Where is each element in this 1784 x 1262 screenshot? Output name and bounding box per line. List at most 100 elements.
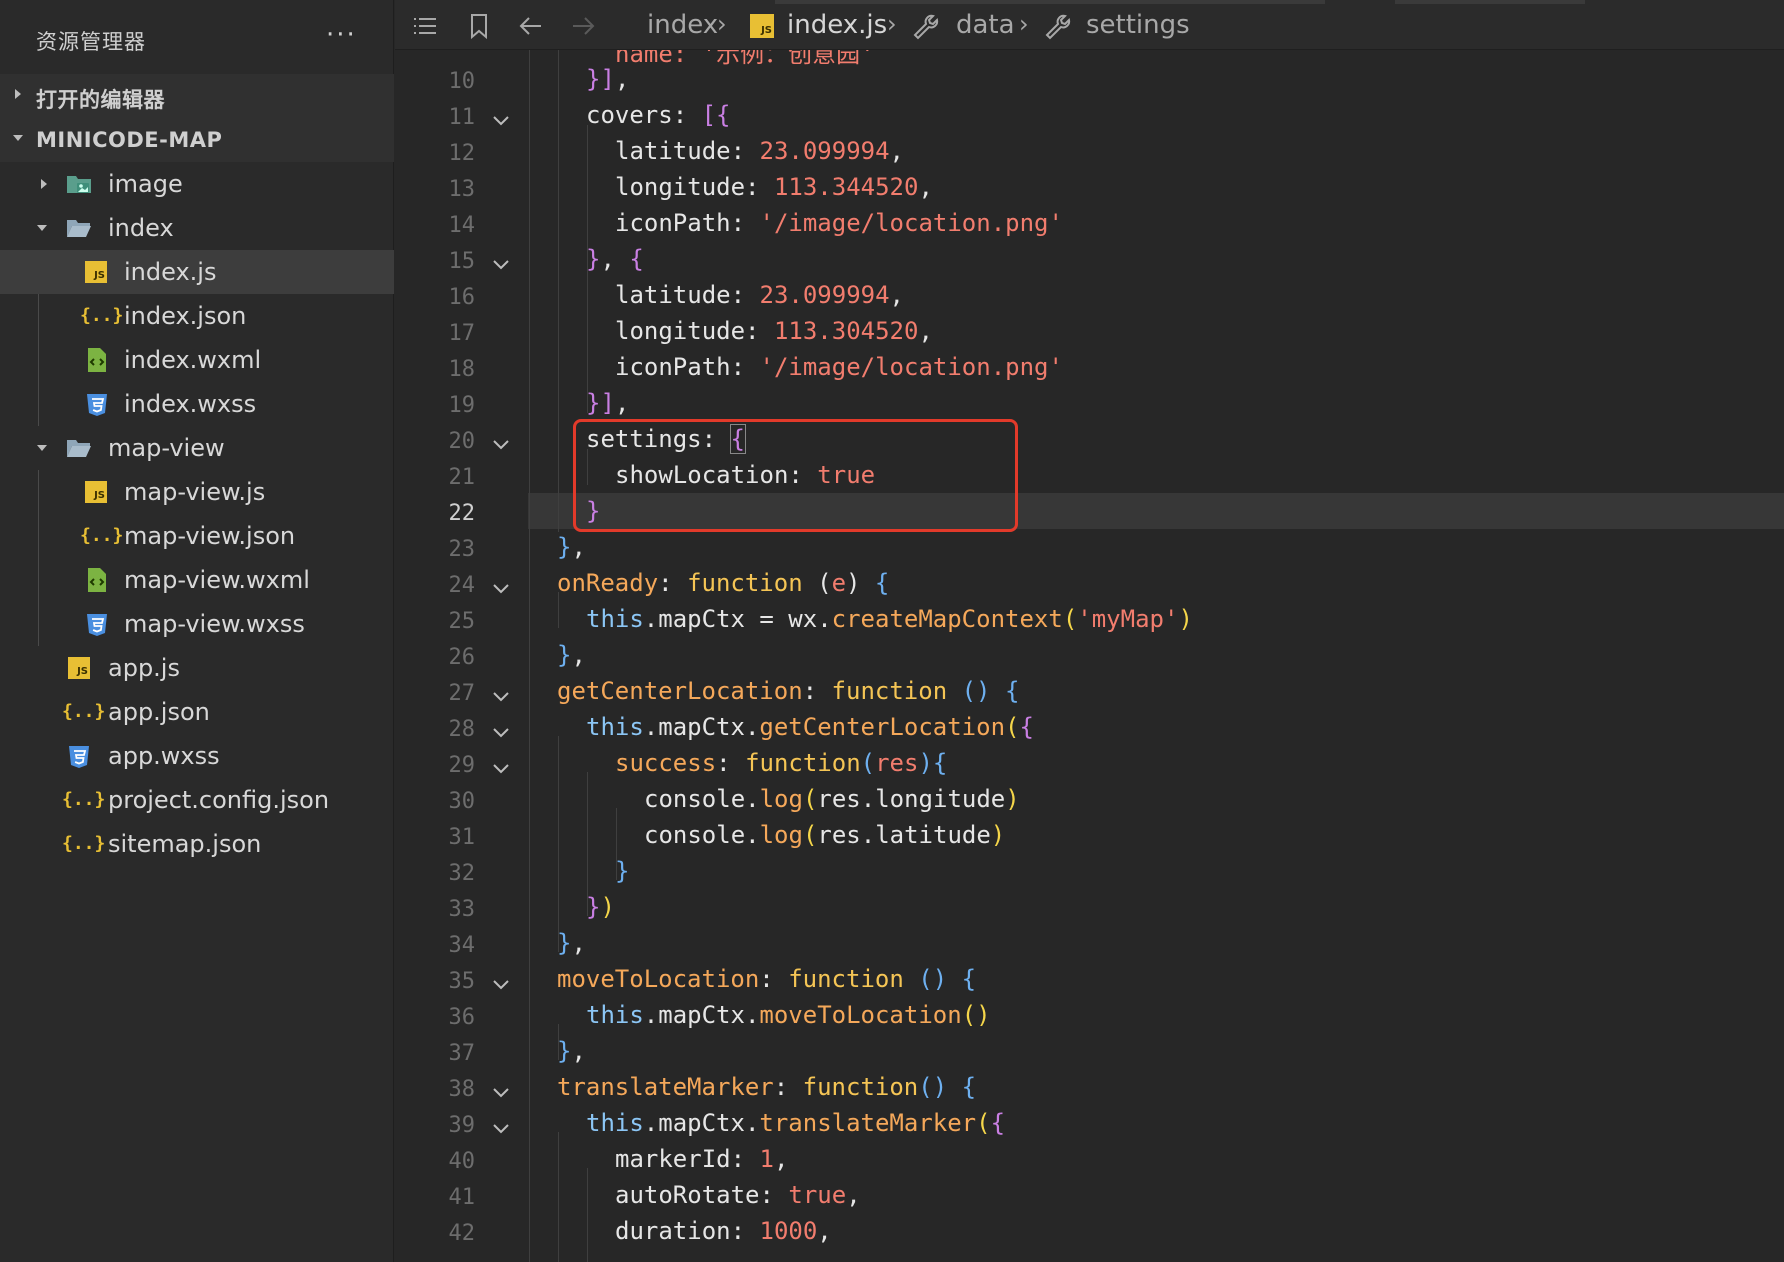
code-token: longitude — [615, 317, 746, 345]
code-line-35: moveToLocation: function () { — [557, 965, 976, 993]
json-file-icon: {..} — [62, 833, 106, 854]
line-number: 20 — [448, 429, 476, 454]
fold-chevron-icon[interactable] — [491, 690, 511, 704]
code-token: { — [629, 245, 644, 273]
tree-item-map-view-wxml[interactable]: map-view.wxml — [0, 558, 394, 602]
breadcrumb-folder[interactable]: index — [647, 10, 718, 40]
code-line-32: } — [557, 857, 629, 885]
editor-toolbar: index › JS index.js › data › settings — [395, 0, 1784, 50]
code-token: ( — [860, 749, 876, 777]
explorer-header: 资源管理器 ··· — [0, 0, 394, 74]
code-token: .mapCtx. — [643, 713, 760, 741]
code-token: .mapCtx. — [643, 1001, 760, 1029]
line-number: 10 — [448, 69, 476, 94]
code-line-28: this.mapCtx.getCenterLocation({ — [557, 713, 1034, 741]
code-line-12: latitude: 23.099994, — [557, 137, 904, 165]
tree-item-map-view-folder[interactable]: map-view — [0, 426, 394, 470]
line-number: 28 — [448, 717, 476, 742]
tree-item-app-json[interactable]: {..} app.json — [0, 690, 394, 734]
breadcrumb-symbol-settings[interactable]: settings — [1086, 10, 1190, 40]
code-token: }] — [586, 65, 615, 93]
folder-open-icon — [67, 440, 91, 457]
code-token: getCenterLocation — [557, 677, 803, 705]
open-editors-section[interactable]: 打开的编辑器 — [0, 74, 394, 118]
fold-chevron-icon[interactable] — [491, 258, 511, 272]
line-number: 23 — [448, 537, 476, 562]
annotation-highlight-box — [573, 419, 1018, 532]
breadcrumb-symbol-data[interactable]: data — [956, 10, 1015, 40]
code-token: res.longitude — [817, 785, 1006, 813]
code-token: 'myMap' — [1077, 605, 1179, 633]
arrow-right-icon[interactable] — [569, 12, 597, 40]
tree-item-label: app.json — [108, 698, 210, 726]
line-number: 35 — [448, 969, 476, 994]
list-icon[interactable] — [411, 12, 439, 40]
json-file-icon: {..} — [62, 789, 106, 810]
tree-item-index-folder[interactable]: index — [0, 206, 394, 250]
code-line-16: latitude: 23.099994, — [557, 281, 904, 309]
tree-item-map-view-js[interactable]: JS map-view.js — [0, 470, 394, 514]
tree-item-index-wxml[interactable]: index.wxml — [0, 338, 394, 382]
code-token: , — [817, 1217, 832, 1245]
fold-chevron-icon[interactable] — [491, 726, 511, 740]
code-token: , — [571, 929, 586, 957]
line-number: 26 — [448, 645, 476, 670]
tree-item-map-view-json[interactable]: {..} map-view.json — [0, 514, 394, 558]
code-token: { — [1019, 713, 1034, 741]
tree-item-app-wxss[interactable]: app.wxss — [0, 734, 394, 778]
fold-chevron-icon[interactable] — [491, 438, 511, 452]
project-section[interactable]: MINICODE-MAP — [0, 118, 394, 162]
tree-item-app-js[interactable]: JS app.js — [0, 646, 394, 690]
code-token: moveToLocation — [557, 965, 760, 993]
more-actions-icon[interactable]: ··· — [326, 20, 357, 50]
tab-strip-edge — [775, 0, 1325, 4]
tree-item-map-view-wxss[interactable]: map-view.wxss — [0, 602, 394, 646]
code-token: : — [745, 317, 774, 345]
code-editor[interactable]: name: '示例：创意园' 10 11 12 13 14 15 16 17 18 19 20 21 2… — [395, 50, 1784, 1262]
tree-item-label: app.js — [108, 654, 180, 682]
code-line-33: }) — [557, 893, 615, 921]
bookmark-icon[interactable] — [465, 12, 493, 40]
code-token: ( — [976, 1109, 991, 1137]
code-token: ( — [1062, 605, 1078, 633]
tree-item-label: map-view.json — [124, 522, 296, 550]
fold-chevron-icon[interactable] — [491, 1086, 511, 1100]
explorer-sidebar: 资源管理器 ··· 打开的编辑器 MINICODE-MAP image inde… — [0, 0, 394, 1262]
line-number: 18 — [448, 357, 476, 382]
line-number: 32 — [448, 861, 476, 886]
fold-chevron-icon[interactable] — [491, 762, 511, 776]
json-file-icon: {..} — [80, 305, 124, 326]
code-token: 23.099994 — [759, 281, 890, 309]
tree-item-sitemap-json[interactable]: {..} sitemap.json — [0, 822, 394, 866]
fold-chevron-icon[interactable] — [491, 114, 511, 128]
code-token: , — [918, 317, 933, 345]
tree-item-project-config-json[interactable]: {..} project.config.json — [0, 778, 394, 822]
code-line-15: }, { — [557, 245, 644, 273]
code-token: ) — [1178, 605, 1193, 633]
code-token: } — [557, 929, 572, 957]
code-token: { — [990, 1109, 1006, 1137]
fold-chevron-icon[interactable] — [491, 1122, 511, 1136]
fold-chevron-icon[interactable] — [491, 582, 511, 596]
wxml-file-icon — [88, 568, 106, 592]
code-token: '/image/location.png' — [759, 353, 1063, 381]
tree-item-index-wxss[interactable]: index.wxss — [0, 382, 394, 426]
code-token: }] — [586, 389, 615, 417]
tree-item-index-json[interactable]: {..} index.json — [0, 294, 394, 338]
fold-chevron-icon[interactable] — [491, 978, 511, 992]
arrow-left-icon[interactable] — [517, 12, 545, 40]
breadcrumb-file[interactable]: index.js — [787, 10, 887, 40]
code-token: this — [586, 605, 644, 633]
code-token: function — [687, 569, 803, 597]
code-token: 23.099994 — [759, 137, 890, 165]
code-token: , — [918, 173, 933, 201]
line-number: 19 — [448, 393, 476, 418]
tree-item-index-js[interactable]: JS index.js — [0, 250, 394, 294]
tree-item-image-folder[interactable]: image — [0, 162, 394, 206]
code-token: () — [918, 1073, 962, 1101]
code-token: () — [947, 677, 1005, 705]
code-token: : — [730, 137, 760, 165]
line-number: 30 — [448, 789, 476, 814]
code-line-11: covers: [{ — [557, 101, 731, 129]
code-token: true — [788, 1181, 847, 1209]
